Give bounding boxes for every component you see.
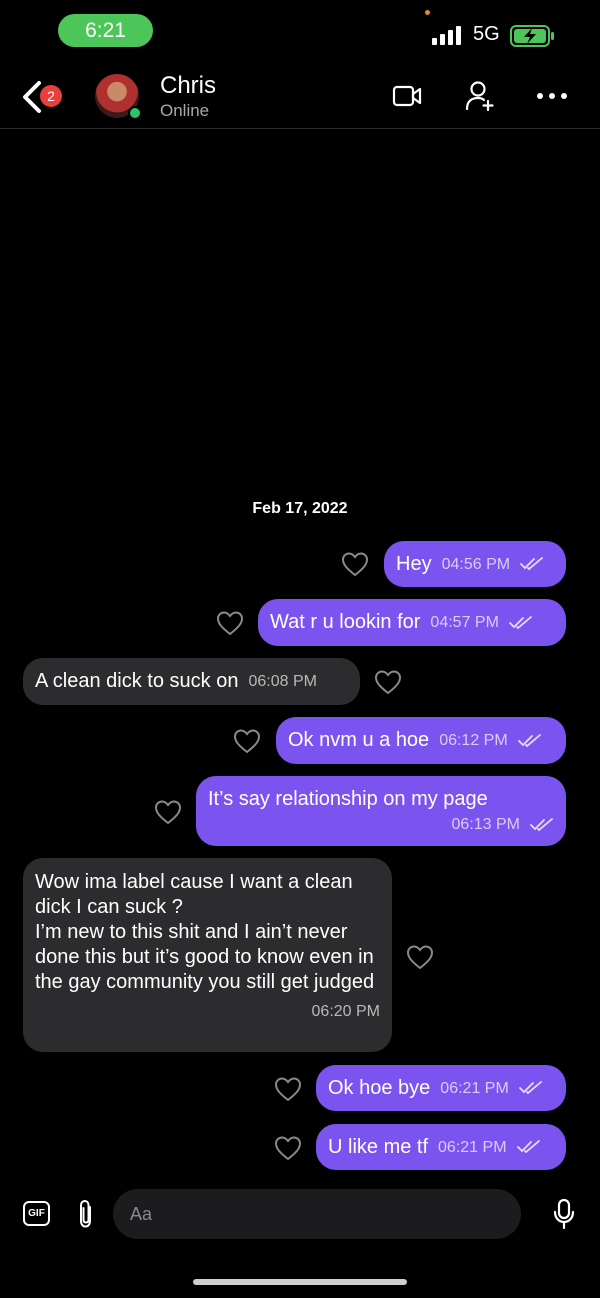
read-double-check-icon <box>517 733 541 747</box>
heart-react-icon[interactable] <box>233 728 261 754</box>
privacy-indicator-dot <box>425 10 430 15</box>
message-time: 06:20 PM <box>311 1003 380 1020</box>
network-label: 5G <box>473 23 500 45</box>
heart-react-icon[interactable] <box>374 669 402 695</box>
message-time: 06:13 PM <box>451 816 520 833</box>
message-input-placeholder: Aa <box>130 1203 153 1224</box>
status-time: 6:21 <box>58 14 153 47</box>
message-text: Hey <box>396 552 432 575</box>
message-bubble-outgoing[interactable]: It’s say relationship on my page 06:13 P… <box>196 776 566 846</box>
heart-react-icon[interactable] <box>406 944 434 970</box>
signal-icon <box>432 26 461 45</box>
heart-react-icon[interactable] <box>341 551 369 577</box>
message-text: It’s say relationship on my page <box>208 788 488 810</box>
heart-react-icon[interactable] <box>274 1135 302 1161</box>
message-time: 06:08 PM <box>248 673 317 690</box>
read-double-check-icon <box>518 1081 542 1095</box>
read-double-check-icon <box>509 615 532 629</box>
more-options-icon[interactable] <box>536 92 568 100</box>
heart-react-icon[interactable] <box>154 799 182 825</box>
message-text: U like me tf <box>328 1135 429 1158</box>
message-bubble-outgoing[interactable]: Ok hoe bye 06:21 PM <box>316 1065 566 1111</box>
message-time: 04:56 PM <box>441 555 511 573</box>
contact-status: Online <box>160 101 210 120</box>
online-indicator <box>128 106 142 120</box>
message-time: 04:57 PM <box>430 614 499 631</box>
contact-name[interactable]: Chris <box>160 72 216 100</box>
microphone-icon[interactable] <box>553 1198 575 1230</box>
message-text: Ok hoe bye <box>328 1076 431 1099</box>
message-bubble-outgoing[interactable]: Wat r u lookin for 04:57 PM <box>258 599 566 646</box>
home-indicator[interactable] <box>193 1279 407 1285</box>
heart-react-icon[interactable] <box>216 610 244 636</box>
heart-react-icon[interactable] <box>274 1076 302 1102</box>
attachment-paperclip-icon[interactable] <box>76 1198 96 1230</box>
message-bubble-outgoing[interactable]: Hey 04:56 PM <box>384 541 566 587</box>
message-bubble-incoming[interactable]: A clean dick to suck on 06:08 PM <box>23 658 360 705</box>
message-bubble-incoming[interactable]: Wow ima label cause I want a clean dick … <box>23 858 392 1052</box>
unread-badge: 2 <box>40 85 62 107</box>
date-separator: Feb 17, 2022 <box>252 500 348 517</box>
read-double-check-icon <box>530 817 553 831</box>
message-time: 06:21 PM <box>438 1138 507 1156</box>
message-text: A clean dick to suck on <box>35 670 239 692</box>
chat-header <box>0 60 600 129</box>
message-time: 06:21 PM <box>440 1079 509 1097</box>
battery-charging-icon <box>510 25 554 47</box>
message-bubble-outgoing[interactable]: U like me tf 06:21 PM <box>316 1124 566 1170</box>
read-double-check-icon <box>520 557 543 571</box>
read-double-check-icon <box>516 1140 540 1154</box>
message-text: Wow ima label cause I want a clean dick … <box>35 871 375 993</box>
add-person-icon[interactable] <box>465 80 495 112</box>
video-call-icon[interactable] <box>392 84 422 108</box>
message-bubble-outgoing[interactable]: Ok nvm u a hoe 06:12 PM <box>276 717 566 764</box>
message-time: 06:12 PM <box>439 732 508 749</box>
message-text: Wat r u lookin for <box>270 611 421 633</box>
message-input[interactable]: Aa <box>113 1189 521 1239</box>
message-text: Ok nvm u a hoe <box>288 729 430 751</box>
gif-label: GIF <box>28 1208 45 1219</box>
gif-button[interactable]: GIF <box>23 1201 50 1226</box>
